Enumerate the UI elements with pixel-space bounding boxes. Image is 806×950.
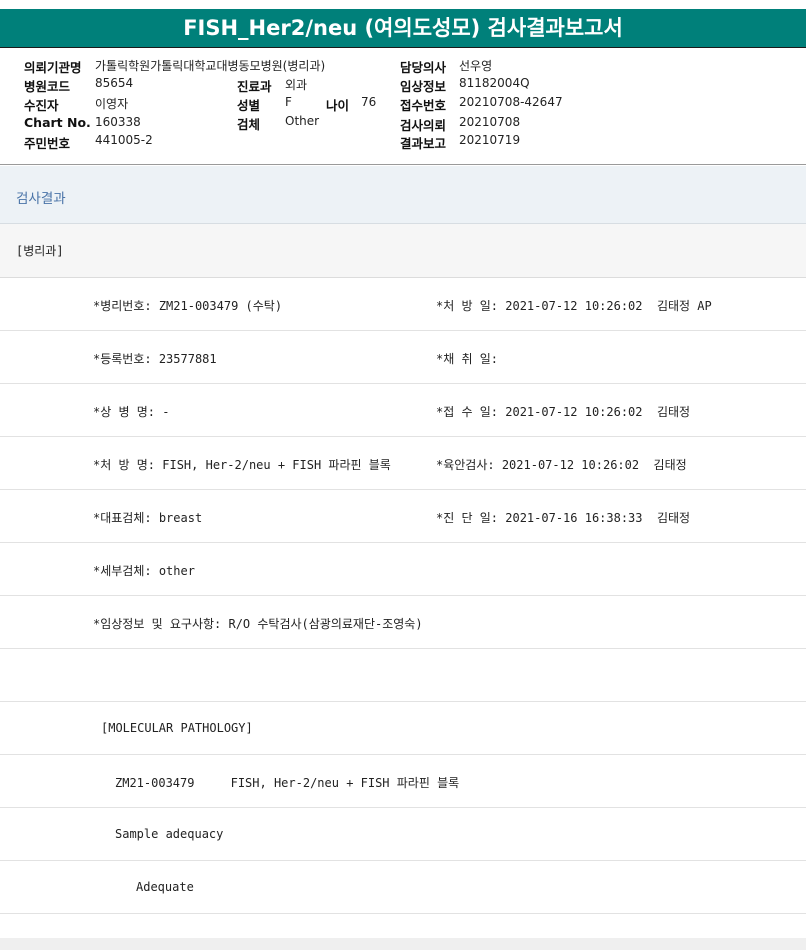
- row-right-text: *접 수 일: 2021-07-12 10:26:02 김태정: [436, 405, 691, 419]
- specimen-value: Other: [285, 114, 320, 128]
- doctor-label: 담당의사: [400, 60, 447, 75]
- sample-adequacy-label: Sample adequacy: [115, 827, 224, 841]
- result-row: *병리번호: ZM21-003479 (수탁) *처 방 일: 2021-07-…: [0, 278, 806, 331]
- row-right-text: *채 취 일:: [436, 352, 499, 366]
- bottom-bar: [0, 938, 806, 950]
- report-date-value: 20210719: [459, 133, 521, 147]
- row-left-text: *임상정보 및 요구사항: R/O 수탁검사(삼광의료재단-조영숙): [93, 617, 423, 631]
- row-right-text: *육안검사: 2021-07-12 10:26:02 김태정: [436, 458, 687, 472]
- row-left-text: *병리번호: ZM21-003479 (수탁): [93, 299, 283, 313]
- result-row: *세부검체: other: [0, 543, 806, 596]
- patient-value: 이영자: [95, 97, 129, 111]
- request-value: 20210708: [459, 115, 521, 129]
- dept-value: 외과: [285, 78, 308, 92]
- chart-label: Chart No.: [24, 115, 91, 130]
- rrn-value: 441005-2: [95, 133, 153, 147]
- specimen-label: 검체: [237, 117, 261, 132]
- hospcode-value: 85654: [95, 76, 134, 90]
- row-right-text: *처 방 일: 2021-07-12 10:26:02 김태정 AP: [436, 299, 712, 313]
- rrn-label: 주민번호: [24, 136, 71, 151]
- row-left-text: *세부검체: other: [93, 564, 195, 578]
- test-line: ZM21-003479 FISH, Her-2/neu + FISH 파라핀 블…: [115, 776, 460, 790]
- receipt-value: 20210708-42647: [459, 95, 563, 109]
- sample-adequacy-value: Adequate: [136, 880, 194, 894]
- molecular-pathology-heading: [MOLECULAR PATHOLOGY]: [101, 721, 253, 735]
- age-label: 나이: [326, 98, 350, 113]
- patient-label: 수진자: [24, 98, 59, 113]
- department-label: [병리과]: [16, 244, 64, 258]
- org-label: 의뢰기관명: [24, 60, 82, 75]
- result-row: *임상정보 및 요구사항: R/O 수탁검사(삼광의료재단-조영숙): [0, 596, 806, 649]
- patient-info-panel: 의뢰기관명 가톨릭학원가톨릭대학교대병동모병원(병리과) 병원코드 85654 …: [0, 53, 806, 163]
- report-title: FISH_Her2/neu (여의도성모) 검사결과보고서: [0, 9, 806, 48]
- result-row: Sample adequacy: [0, 808, 806, 861]
- receipt-label: 접수번호: [400, 98, 447, 113]
- hospcode-label: 병원코드: [24, 79, 71, 94]
- result-row: [MOLECULAR PATHOLOGY]: [0, 702, 806, 755]
- result-row: ZM21-003479 FISH, Her-2/neu + FISH 파라핀 블…: [0, 755, 806, 808]
- report-date-label: 결과보고: [400, 136, 447, 151]
- result-row: *상 병 명: - *접 수 일: 2021-07-12 10:26:02 김태…: [0, 384, 806, 437]
- result-row: *등록번호: 23577881 *채 취 일:: [0, 331, 806, 384]
- clinical-label: 임상정보: [400, 79, 447, 94]
- sex-label: 성별: [237, 98, 261, 113]
- result-row: *대표검체: breast *진 단 일: 2021-07-16 16:38:3…: [0, 490, 806, 543]
- row-left-text: *등록번호: 23577881: [93, 352, 217, 366]
- doctor-value: 선우영: [459, 59, 493, 73]
- result-row: Adequate: [0, 861, 806, 914]
- row-left-text: *상 병 명: -: [93, 405, 170, 419]
- age-value: 76: [361, 95, 377, 109]
- top-border: [0, 0, 806, 6]
- clinical-value: 81182004Q: [459, 76, 530, 90]
- dept-label: 진료과: [237, 79, 272, 94]
- row-left-text: *대표검체: breast: [93, 511, 203, 525]
- sex-value: F: [285, 95, 292, 109]
- result-row: *처 방 명: FISH, Her-2/neu + FISH 파라핀 블록 *육…: [0, 437, 806, 490]
- header-divider: [0, 164, 806, 165]
- request-label: 검사의뢰: [400, 118, 447, 133]
- result-row-empty: [0, 649, 806, 702]
- row-left-text: *처 방 명: FISH, Her-2/neu + FISH 파라핀 블록: [93, 458, 391, 472]
- row-right-text: *진 단 일: 2021-07-16 16:38:33 김태정: [436, 511, 691, 525]
- result-section-header: 검사결과: [0, 166, 806, 224]
- department-row: [병리과]: [0, 224, 806, 278]
- section-title: 검사결과: [16, 191, 66, 207]
- org-value: 가톨릭학원가톨릭대학교대병동모병원(병리과): [95, 59, 326, 73]
- chart-value: 160338: [95, 115, 141, 129]
